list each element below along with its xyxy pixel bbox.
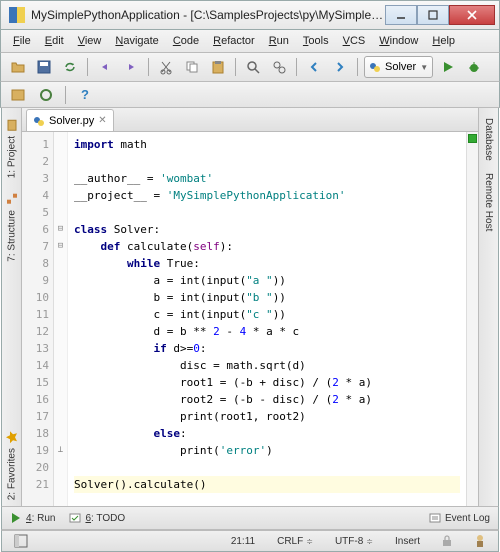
find-icon[interactable] [242, 56, 264, 78]
hector-icon[interactable] [468, 534, 492, 548]
menu-tools[interactable]: Tools [297, 33, 335, 49]
tool-event-log[interactable]: Event Log [429, 512, 490, 524]
caret-position: 21:11 [225, 536, 261, 547]
read-only-lock-icon[interactable] [436, 535, 458, 547]
menu-run[interactable]: Run [263, 33, 295, 49]
analysis-ok-marker [468, 134, 477, 143]
menu-file[interactable]: File [7, 33, 37, 49]
line-separator[interactable]: CRLF ≑ [271, 536, 319, 547]
svg-text:?: ? [81, 87, 89, 102]
status-bar: 21:11 CRLF ≑ UTF-8 ≑ Insert [1, 530, 499, 552]
help-icon[interactable]: ? [74, 84, 96, 106]
error-stripe [466, 132, 478, 506]
replace-icon[interactable] [268, 56, 290, 78]
right-tool-tabs: Database Remote Host [478, 108, 498, 506]
menu-navigate[interactable]: Navigate [109, 33, 164, 49]
title-bar: MySimplePythonApplication - [C:\SamplesP… [0, 0, 500, 30]
star-icon [5, 430, 19, 444]
chevron-down-icon: ▼ [420, 63, 428, 72]
code-editor[interactable]: 123456789101112131415161718192021 ⊟⊟ ⊥ i… [22, 132, 478, 506]
run-icon[interactable] [437, 56, 459, 78]
minimize-button[interactable] [385, 5, 417, 25]
close-button[interactable] [449, 5, 495, 25]
menu-help[interactable]: Help [426, 33, 461, 49]
save-icon[interactable] [33, 56, 55, 78]
structure-icon [5, 192, 19, 206]
menu-vcs[interactable]: VCS [337, 33, 372, 49]
tab-database[interactable]: Database [481, 112, 496, 167]
secondary-toolbar: ? [0, 82, 500, 108]
structure-pane-icon[interactable] [35, 84, 57, 106]
event-log-icon [429, 512, 441, 524]
undo-icon[interactable] [94, 56, 116, 78]
forward-icon[interactable] [329, 56, 351, 78]
copy-icon[interactable] [181, 56, 203, 78]
run-config-combo[interactable]: Solver ▼ [364, 56, 433, 78]
app-icon [9, 7, 25, 23]
open-icon[interactable] [7, 56, 29, 78]
file-tab-solver[interactable]: Solver.py ✕ [26, 109, 114, 131]
editor-area: Solver.py ✕ 1234567891011121314151617181… [22, 108, 478, 506]
main-toolbar: Solver ▼ [0, 52, 500, 82]
back-icon[interactable] [303, 56, 325, 78]
left-tool-tabs: 1: Project 7: Structure 2: Favorites [2, 108, 22, 506]
tool-todo[interactable]: 6: TODO [69, 512, 125, 524]
menu-bar: FileEditViewNavigateCodeRefactorRunTools… [0, 30, 500, 52]
todo-icon [69, 512, 81, 524]
python-file-icon [33, 115, 45, 127]
paste-icon[interactable] [207, 56, 229, 78]
project-pane-icon[interactable] [7, 84, 29, 106]
insert-mode: Insert [389, 536, 426, 547]
encoding[interactable]: UTF-8 ≑ [329, 536, 379, 547]
run-config-label: Solver [385, 61, 416, 73]
menu-edit[interactable]: Edit [39, 33, 70, 49]
code-content[interactable]: import math __author__ = 'wombat' __proj… [68, 132, 466, 506]
tab-remote-host[interactable]: Remote Host [481, 167, 496, 237]
project-icon [5, 118, 19, 132]
python-icon [369, 61, 381, 73]
sync-icon[interactable] [59, 56, 81, 78]
close-tab-icon[interactable]: ✕ [98, 115, 106, 126]
bottom-tool-strip: 4: Run 6: TODO Event Log [1, 506, 499, 530]
file-tab-label: Solver.py [49, 115, 94, 127]
run-icon [10, 512, 22, 524]
toggle-tool-windows-icon[interactable] [8, 534, 34, 548]
redo-icon[interactable] [120, 56, 142, 78]
main-area: 1: Project 7: Structure 2: Favorites Sol… [1, 108, 499, 506]
editor-tab-strip: Solver.py ✕ [22, 108, 478, 132]
menu-window[interactable]: Window [373, 33, 424, 49]
tool-run[interactable]: 4: Run [10, 512, 55, 524]
fold-column: ⊟⊟ ⊥ [54, 132, 68, 506]
menu-code[interactable]: Code [167, 33, 205, 49]
menu-view[interactable]: View [72, 33, 108, 49]
debug-icon[interactable] [463, 56, 485, 78]
tab-structure[interactable]: 7: Structure [3, 186, 21, 268]
maximize-button[interactable] [417, 5, 449, 25]
cut-icon[interactable] [155, 56, 177, 78]
tab-project[interactable]: 1: Project [3, 112, 21, 184]
line-number-gutter: 123456789101112131415161718192021 [22, 132, 54, 506]
menu-refactor[interactable]: Refactor [207, 33, 261, 49]
window-title: MySimplePythonApplication - [C:\SamplesP… [31, 8, 385, 22]
tab-favorites[interactable]: 2: Favorites [3, 424, 21, 506]
